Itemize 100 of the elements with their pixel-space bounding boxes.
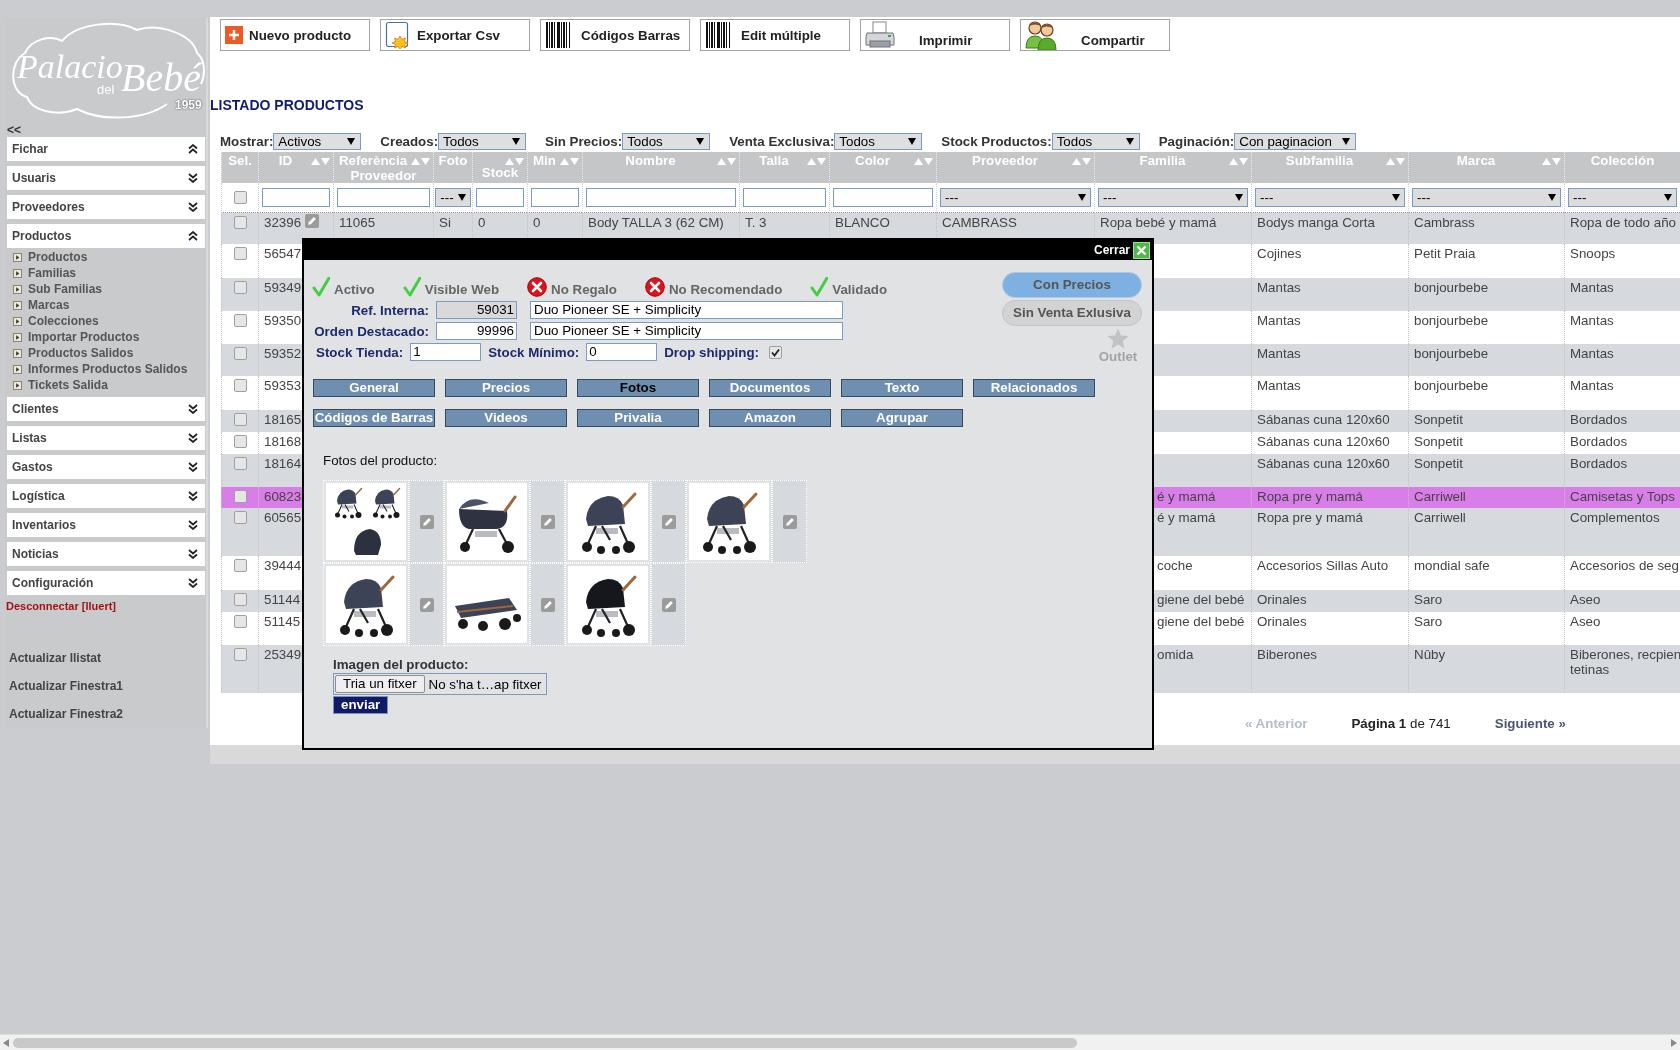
sidebar-section[interactable]: Clientes bbox=[7, 397, 205, 421]
file-input[interactable]: Tria un fitxer No s'ha t…ap fitxer bbox=[333, 673, 547, 695]
filter-input[interactable] bbox=[337, 188, 430, 207]
sidebar-section[interactable]: Fichar bbox=[7, 137, 205, 161]
sidebar-link[interactable]: Familias bbox=[13, 265, 77, 281]
filter-dropdown[interactable]: Todos bbox=[834, 133, 923, 150]
edit-photo-button[interactable] bbox=[530, 480, 565, 563]
filter-dropdown[interactable]: --- bbox=[940, 188, 1091, 207]
toolbar-button[interactable]: Edit múltiple bbox=[700, 19, 850, 51]
sidebar-section[interactable]: Logística bbox=[7, 484, 205, 508]
sidebar-section[interactable]: Productos bbox=[7, 224, 205, 248]
sidebar-section[interactable]: Inventarios bbox=[7, 513, 205, 537]
row-checkbox[interactable] bbox=[233, 216, 247, 229]
filter-input[interactable] bbox=[262, 188, 330, 207]
edit-photo-button[interactable] bbox=[772, 480, 807, 563]
refresh-link[interactable]: Actualizar Finestra2 bbox=[9, 706, 124, 722]
toolbar-button[interactable]: Compartir bbox=[1020, 19, 1170, 51]
row-checkbox[interactable] bbox=[233, 347, 247, 360]
row-checkbox[interactable] bbox=[233, 559, 247, 572]
flag-label: No Regalo bbox=[551, 282, 617, 297]
filter-dropdown[interactable]: Todos bbox=[438, 133, 527, 150]
row-checkbox[interactable] bbox=[233, 648, 247, 661]
row-checkbox[interactable] bbox=[233, 247, 247, 260]
sidebar-link[interactable]: Importar Productos bbox=[13, 329, 140, 345]
edit-photo-button[interactable] bbox=[409, 480, 444, 563]
filter-dropdown[interactable]: --- bbox=[1412, 188, 1561, 207]
toolbar-button[interactable]: Imprimir bbox=[860, 19, 1010, 51]
sidebar-section[interactable]: Gastos bbox=[7, 455, 205, 479]
row-checkbox[interactable] bbox=[233, 593, 247, 606]
stock-field[interactable]: 1 bbox=[410, 343, 482, 361]
refresh-link[interactable]: Actualizar Finestra1 bbox=[9, 678, 124, 694]
filter-input[interactable] bbox=[586, 188, 736, 207]
filter-dropdown[interactable]: --- bbox=[1098, 188, 1248, 207]
edit-photo-button[interactable] bbox=[651, 480, 686, 563]
toolbar-button[interactable]: Códigos Barras bbox=[540, 19, 690, 51]
row-checkbox[interactable] bbox=[233, 379, 247, 392]
pencil-icon[interactable] bbox=[419, 597, 434, 612]
sidebar-section[interactable]: Noticias bbox=[7, 542, 205, 566]
filter-dropdown[interactable]: --- bbox=[435, 188, 471, 207]
choose-file-button[interactable]: Tria un fitxer bbox=[335, 675, 425, 693]
toolbar-button[interactable]: Exportar Csv bbox=[380, 19, 530, 51]
toolbar-button[interactable]: Nuevo producto bbox=[220, 19, 370, 51]
row-checkbox[interactable] bbox=[233, 457, 247, 470]
select-all-checkbox[interactable] bbox=[233, 191, 247, 204]
table-cell: Ropa de todo año bbox=[1570, 215, 1676, 230]
tab[interactable]: Fotos bbox=[577, 379, 699, 397]
sidebar-section[interactable]: Listas bbox=[7, 426, 205, 450]
filter-dropdown[interactable]: --- bbox=[1568, 188, 1677, 207]
filter-dropdown[interactable]: Con paginacion bbox=[1234, 133, 1356, 150]
filter-dropdown[interactable]: Activos bbox=[273, 133, 362, 150]
filter-input[interactable] bbox=[833, 188, 933, 207]
pencil-icon[interactable] bbox=[419, 514, 434, 529]
row-checkbox[interactable] bbox=[233, 314, 247, 327]
sidebar-link[interactable]: Sub Familias bbox=[13, 281, 103, 297]
filter-input[interactable] bbox=[476, 188, 524, 207]
row-checkbox[interactable] bbox=[233, 511, 247, 524]
toggle-button[interactable]: Sin Venta Exlusiva bbox=[1002, 300, 1142, 326]
pencil-icon[interactable] bbox=[540, 597, 555, 612]
name-field[interactable]: Duo Pioneer SE + Simplicity bbox=[530, 322, 843, 340]
pencil-icon[interactable] bbox=[540, 514, 555, 529]
row-checkbox[interactable] bbox=[233, 615, 247, 628]
submit-button[interactable]: enviar bbox=[333, 696, 389, 714]
filter-dropdown[interactable]: Todos bbox=[622, 133, 711, 150]
sidebar-section[interactable]: Proveedores bbox=[7, 195, 205, 219]
plus-icon bbox=[225, 26, 243, 44]
pencil-icon[interactable] bbox=[782, 514, 797, 529]
filter-dropdown[interactable]: --- bbox=[1255, 188, 1405, 207]
filter-dropdown[interactable]: Todos bbox=[1051, 133, 1140, 150]
sidebar-section[interactable]: Usuaris bbox=[7, 166, 205, 190]
stock-field[interactable]: 0 bbox=[586, 343, 658, 361]
pencil-icon[interactable] bbox=[661, 514, 676, 529]
sidebar-link[interactable]: Productos Salidos bbox=[13, 345, 134, 361]
sidebar-link[interactable]: Tickets Salida bbox=[13, 377, 108, 393]
collapse-link[interactable]: << bbox=[7, 123, 21, 137]
filter-input[interactable] bbox=[531, 188, 579, 207]
edit-photo-button[interactable] bbox=[530, 563, 565, 646]
refresh-link[interactable]: Actualizar llistat bbox=[9, 650, 102, 666]
sidebar-section[interactable]: Configuración bbox=[7, 571, 205, 595]
edit-photo-button[interactable] bbox=[651, 563, 686, 646]
filter-input[interactable] bbox=[743, 188, 826, 207]
close-button[interactable]: Cerrar bbox=[1093, 241, 1150, 259]
pencil-icon[interactable] bbox=[661, 597, 676, 612]
table-cell: coche bbox=[1157, 558, 1193, 573]
sidebar-link[interactable]: Colecciones bbox=[13, 313, 99, 329]
sidebar-link[interactable]: Productos bbox=[13, 249, 88, 265]
sidebar-link[interactable]: Marcas bbox=[13, 297, 70, 313]
row-checkbox[interactable] bbox=[233, 490, 247, 503]
code-field[interactable]: 99996 bbox=[436, 322, 517, 340]
next-page-link[interactable]: Siguiente » bbox=[1494, 716, 1566, 732]
edit-photo-button[interactable] bbox=[409, 563, 444, 646]
row-checkbox[interactable] bbox=[233, 281, 247, 294]
logout-link[interactable]: Desconnectar [lluert] bbox=[6, 600, 117, 612]
row-checkbox[interactable] bbox=[233, 413, 247, 426]
star-icon[interactable] bbox=[1107, 328, 1129, 349]
scrollbar-thumb[interactable] bbox=[13, 1037, 1077, 1048]
checkbox[interactable] bbox=[769, 345, 782, 359]
pencil-icon[interactable] bbox=[305, 214, 320, 228]
sidebar-link[interactable]: Informes Productos Salidos bbox=[13, 361, 188, 377]
flag-label: No Recomendado bbox=[668, 282, 783, 297]
row-checkbox[interactable] bbox=[233, 435, 247, 448]
